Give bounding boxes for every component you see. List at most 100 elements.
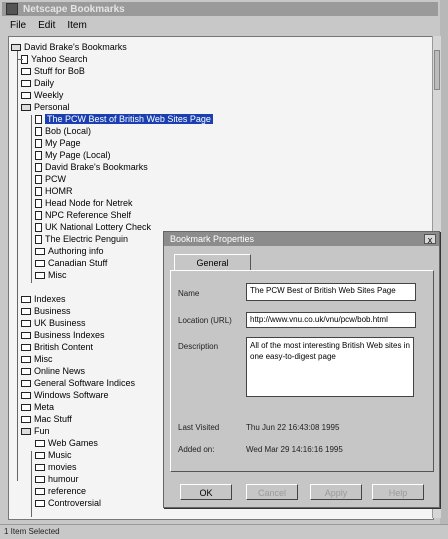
folder-icon: [21, 379, 31, 387]
tree-item-label: Fun: [34, 426, 50, 436]
tree-item-label: Head Node for Netrek: [45, 198, 133, 208]
dialog-title-bar: Bookmark Properties x: [164, 232, 439, 246]
tree-item[interactable]: movies: [35, 461, 77, 473]
tree-item[interactable]: UK National Lottery Check: [35, 221, 151, 233]
tree-item-label: Personal: [34, 102, 70, 112]
tree-item[interactable]: Controversial: [35, 497, 101, 509]
tree-item[interactable]: General Software Indices: [21, 377, 135, 389]
location-field[interactable]: http://www.vnu.co.uk/vnu/pcw/bob.html: [246, 312, 416, 328]
folder-icon: [21, 367, 31, 375]
tree-item[interactable]: reference: [35, 485, 86, 497]
tree-item-label: Canadian Stuff: [48, 258, 108, 268]
folder-icon: [21, 415, 31, 423]
name-field[interactable]: The PCW Best of British Web Sites Page: [246, 283, 416, 301]
bookmark-icon: [35, 198, 42, 208]
tree-item[interactable]: humour: [35, 473, 79, 485]
menu-edit[interactable]: Edit: [38, 20, 55, 31]
tree-item-label: Weekly: [34, 90, 64, 100]
tree-item[interactable]: Head Node for Netrek: [35, 197, 133, 209]
tree-item[interactable]: Canadian Stuff: [35, 257, 107, 269]
tree-item[interactable]: Stuff for BoB: [21, 65, 85, 77]
tree-item[interactable]: Meta: [21, 401, 54, 413]
tree-guide-line: [31, 115, 32, 283]
bookmark-icon: [35, 186, 42, 196]
tree-item[interactable]: Business Indexes: [21, 329, 105, 341]
tree-item[interactable]: British Content: [21, 341, 93, 353]
tree-item-label: General Software Indices: [34, 378, 136, 388]
cancel-button[interactable]: Cancel: [246, 484, 298, 500]
tree-item[interactable]: Weekly: [21, 89, 63, 101]
tree-item[interactable]: Authoring info: [35, 245, 104, 257]
tree-item[interactable]: UK Business: [21, 317, 86, 329]
help-button[interactable]: Help: [372, 484, 424, 500]
last-visited-label: Last Visited: [178, 423, 220, 432]
open-folder-icon: [11, 43, 21, 51]
folder-icon: [35, 487, 45, 495]
bookmark-icon: [35, 162, 42, 172]
folder-icon: [21, 331, 31, 339]
tree-item[interactable]: Yahoo Search: [17, 53, 87, 65]
name-label: Name: [178, 289, 200, 298]
tree-item[interactable]: Fun: [21, 425, 50, 437]
tree-item-label: The PCW Best of British Web Sites Page: [45, 114, 213, 124]
folder-icon: [21, 79, 31, 87]
tree-item[interactable]: Daily: [21, 77, 54, 89]
tree-item-label: Music: [48, 450, 72, 460]
tree-item[interactable]: Web Games: [35, 437, 98, 449]
tree-item[interactable]: PCW: [35, 173, 66, 185]
tree-item[interactable]: David Brake's Bookmarks: [35, 161, 148, 173]
open-folder-icon: [21, 427, 31, 435]
bookmark-icon: [35, 150, 42, 160]
tree-item-label: Misc: [34, 354, 53, 364]
tree-item-label: movies: [48, 462, 77, 472]
tree-item[interactable]: Windows Software: [21, 389, 109, 401]
scroll-thumb[interactable]: [434, 50, 440, 90]
tree-item[interactable]: Mac Stuff: [21, 413, 72, 425]
tree-item[interactable]: HOMR: [35, 185, 73, 197]
folder-icon: [21, 91, 31, 99]
close-button[interactable]: x: [424, 234, 436, 245]
menu-bar: File Edit Item: [2, 18, 438, 32]
tree-guide-line: [17, 49, 18, 481]
tree-item[interactable]: Indexes: [21, 293, 66, 305]
tree-item[interactable]: NPC Reference Shelf: [35, 209, 131, 221]
tree-root[interactable]: David Brake's Bookmarks: [11, 41, 127, 53]
added-on-label: Added on:: [178, 445, 215, 454]
folder-icon: [35, 439, 45, 447]
tree-item-label: Misc: [48, 270, 67, 280]
tree-item-label: UK National Lottery Check: [45, 222, 152, 232]
folder-icon: [21, 391, 31, 399]
menu-file[interactable]: File: [10, 20, 26, 31]
tab-general[interactable]: General: [174, 254, 251, 271]
tree-item-label: Windows Software: [34, 390, 109, 400]
tree-item[interactable]: Misc: [35, 269, 67, 281]
tree-item[interactable]: Music: [35, 449, 72, 461]
apply-button[interactable]: Apply: [310, 484, 362, 500]
bookmark-icon: [35, 234, 42, 244]
folder-icon: [35, 475, 45, 483]
tree-item-label: My Page (Local): [45, 150, 111, 160]
tree-item-label: Online News: [34, 366, 86, 376]
bookmark-icon: [35, 114, 42, 124]
window-title: Netscape Bookmarks: [23, 3, 125, 15]
tree-item[interactable]: My Page (Local): [35, 149, 111, 161]
tree-item[interactable]: Misc: [21, 353, 53, 365]
tree-item[interactable]: Business: [21, 305, 71, 317]
tree-item[interactable]: The Electric Penguin: [35, 233, 128, 245]
menu-item[interactable]: Item: [67, 20, 86, 31]
tree-item-label: Stuff for BoB: [34, 66, 85, 76]
tree-item-label: Bob (Local): [45, 126, 92, 136]
tree-item-label: Meta: [34, 402, 55, 412]
last-visited-value: Thu Jun 22 16:43:08 1995: [246, 423, 340, 432]
ok-button[interactable]: OK: [180, 484, 232, 500]
tree-item-selected[interactable]: The PCW Best of British Web Sites Page: [35, 113, 213, 125]
tree-item[interactable]: Bob (Local): [35, 125, 91, 137]
netscape-icon: [6, 3, 18, 15]
description-label: Description: [178, 342, 219, 351]
bookmark-icon: [35, 222, 42, 232]
description-field[interactable]: All of the most interesting British Web …: [246, 337, 414, 397]
tree-item-label: David Brake's Bookmarks: [45, 162, 148, 172]
tree-item[interactable]: Online News: [21, 365, 85, 377]
tree-item[interactable]: My Page: [35, 137, 81, 149]
tree-item[interactable]: Personal: [21, 101, 70, 113]
